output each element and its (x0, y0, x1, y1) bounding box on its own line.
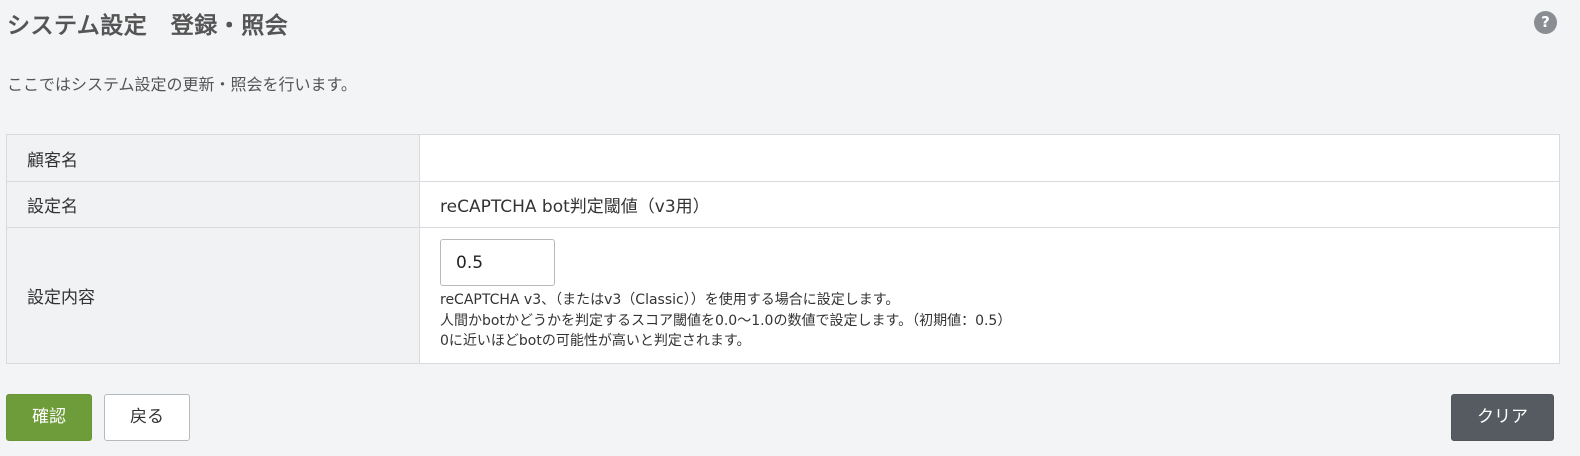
setting-name-value: reCAPTCHA bot判定閾値（v3用） (419, 181, 1560, 228)
page-title: システム設定 登録・照会 (7, 13, 289, 39)
table-row-setting-content: 設定内容 reCAPTCHA v3、（またはv3（Classic））を使用する場… (6, 227, 1560, 364)
customer-name-label: 顧客名 (6, 134, 420, 182)
setting-value-input[interactable] (440, 239, 555, 287)
customer-name-value (419, 134, 1560, 182)
system-settings-page: システム設定 登録・照会 ? ここではシステム設定の更新・照会を行います。 顧客… (0, 0, 1580, 456)
table-row-customer-name: 顧客名 (6, 134, 1560, 182)
help-line: 人間かbotかどうかを判定するスコア閾値を0.0～1.0の数値で設定します。（初… (440, 312, 1012, 329)
clear-button[interactable]: クリア (1451, 394, 1554, 441)
help-line: reCAPTCHA v3、（またはv3（Classic））を使用する場合に設定し… (440, 292, 900, 309)
setting-name-label: 設定名 (6, 181, 420, 228)
help-line: 0に近いほどbotの可能性が高いと判定されます。 (440, 333, 751, 350)
back-button[interactable]: 戻る (104, 394, 190, 441)
setting-content-label: 設定内容 (6, 227, 420, 364)
page-description: ここではシステム設定の更新・照会を行います。 (7, 75, 357, 94)
confirm-button[interactable]: 確認 (6, 394, 92, 441)
settings-form-table: 顧客名 設定名 reCAPTCHA bot判定閾値（v3用） 設定内容 reCA… (6, 134, 1560, 364)
table-row-setting-name: 設定名 reCAPTCHA bot判定閾値（v3用） (6, 181, 1560, 228)
setting-content-cell: reCAPTCHA v3、（またはv3（Classic））を使用する場合に設定し… (419, 227, 1560, 364)
setting-help-text: reCAPTCHA v3、（またはv3（Classic））を使用する場合に設定し… (440, 290, 1559, 352)
help-icon[interactable]: ? (1534, 11, 1557, 34)
